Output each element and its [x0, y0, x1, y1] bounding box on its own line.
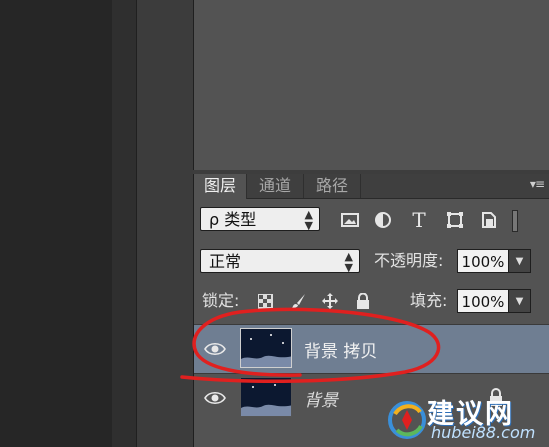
lock-label: 锁定:	[202, 291, 240, 310]
adjustment-filter-icon[interactable]	[372, 209, 394, 231]
visibility-eye-icon[interactable]	[204, 387, 226, 409]
canvas-background	[0, 0, 112, 447]
layer-thumbnail	[240, 377, 292, 417]
layer-name[interactable]: 背景 拷贝	[304, 337, 377, 362]
layer-name[interactable]: 背景	[304, 386, 338, 411]
filter-kind-select[interactable]: ρ 类型 ▲ ▼	[200, 207, 320, 231]
tab-layers[interactable]: 图层	[194, 174, 247, 199]
side-strip	[112, 0, 136, 447]
smart-object-filter-icon[interactable]	[478, 209, 500, 231]
watermark: 建议网 hubei88.com	[385, 392, 549, 447]
filter-kind-label: ρ 类型	[209, 210, 257, 229]
blend-mode-select[interactable]: 正常 ▲ ▼	[200, 249, 360, 273]
lock-all-icon[interactable]	[354, 292, 372, 310]
type-filter-icon[interactable]: T	[408, 208, 430, 232]
lock-position-icon[interactable]	[321, 292, 339, 310]
side-strip-2	[136, 0, 194, 447]
lock-transparent-icon[interactable]	[256, 292, 274, 310]
image-filter-icon[interactable]	[339, 209, 361, 231]
updown-arrows-icon: ▲ ▼	[344, 250, 353, 274]
opacity-input[interactable]: 100%	[457, 249, 509, 273]
upper-panel	[193, 0, 549, 170]
filter-toggle[interactable]	[512, 210, 518, 232]
lock-paint-icon[interactable]	[290, 292, 308, 310]
shape-filter-icon[interactable]	[444, 209, 466, 231]
panel-tabbar: 图层 通道 路径 ▾≡	[194, 174, 549, 199]
panel-menu-icon[interactable]: ▾≡	[530, 177, 545, 191]
blend-mode-label: 正常	[209, 252, 242, 271]
fill-label: 填充:	[410, 291, 448, 310]
opacity-label: 不透明度:	[374, 251, 444, 270]
tab-channels[interactable]: 通道	[247, 174, 304, 198]
watermark-url: hubei88.com	[431, 423, 536, 442]
layer-row-background-copy[interactable]: 背景 拷贝	[194, 324, 549, 373]
layer-thumbnail	[240, 328, 292, 368]
tab-paths[interactable]: 路径	[304, 174, 361, 198]
fill-input[interactable]: 100%	[457, 289, 509, 313]
watermark-logo-icon	[387, 400, 427, 440]
updown-arrows-icon: ▲ ▼	[304, 208, 313, 232]
visibility-eye-icon[interactable]	[204, 338, 226, 360]
fill-dropdown-button[interactable]: ▼	[509, 289, 531, 313]
opacity-dropdown-button[interactable]: ▼	[509, 249, 531, 273]
